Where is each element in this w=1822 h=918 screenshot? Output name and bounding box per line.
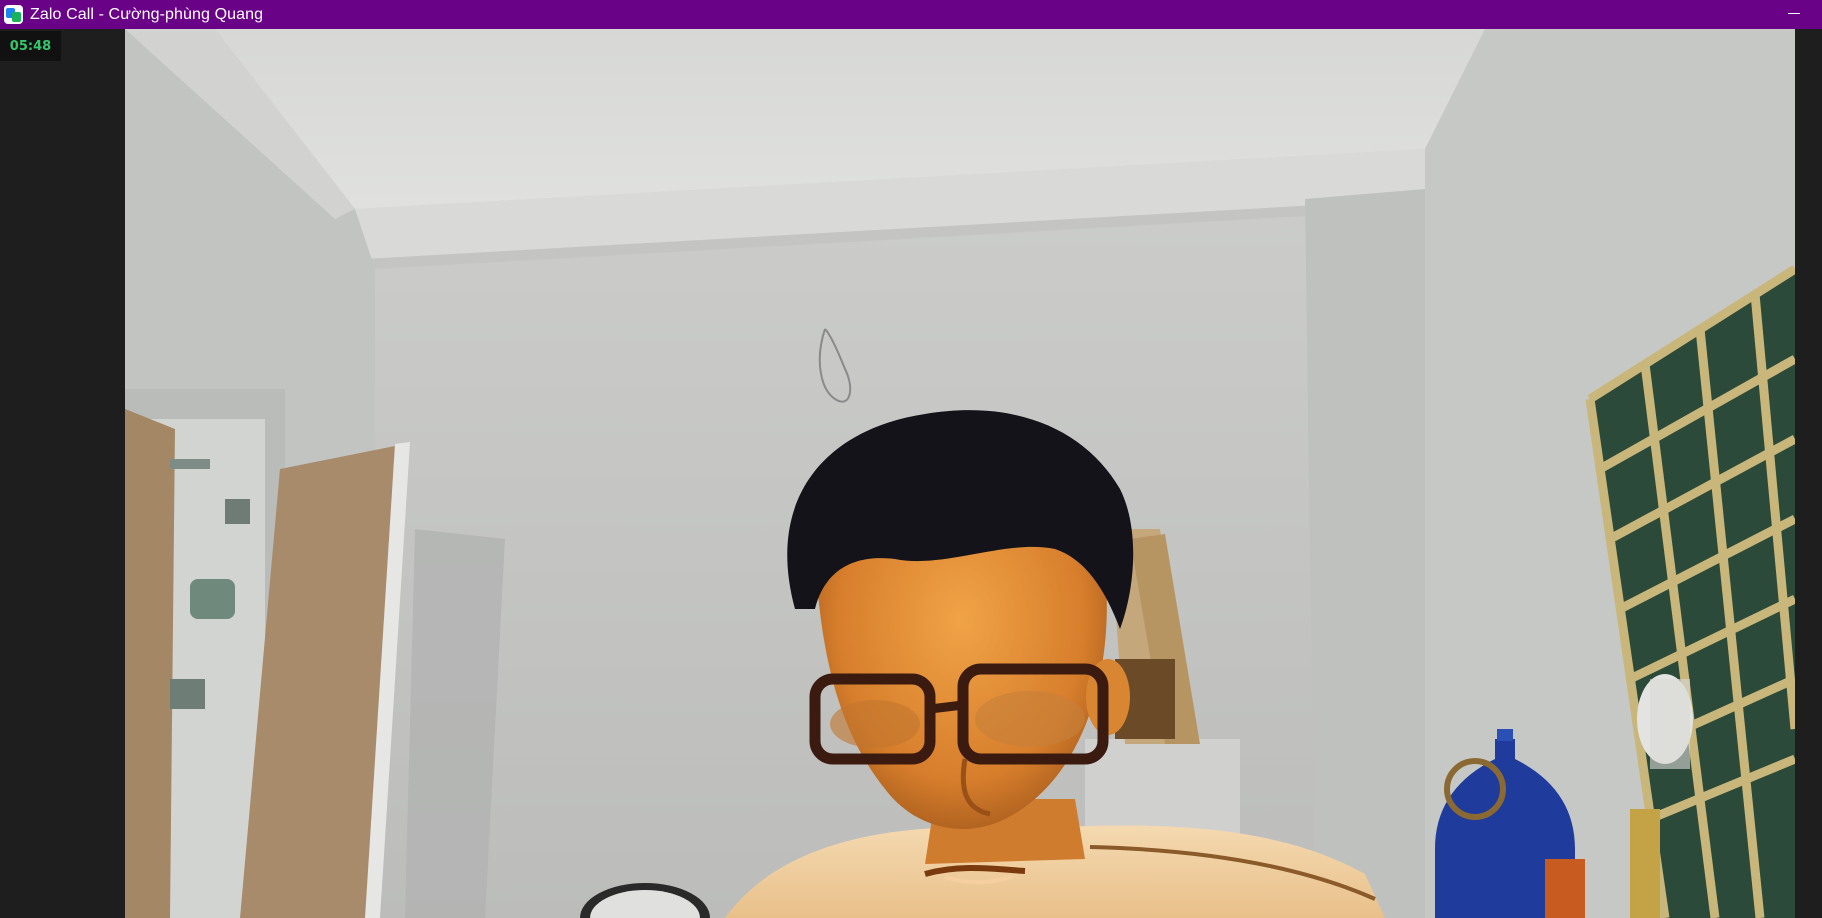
minimize-button[interactable] [1766, 0, 1822, 29]
left-panel [0, 29, 125, 918]
title-bar[interactable]: Zalo Call - Cường-phùng Quang [0, 0, 1822, 29]
call-timer: 05:48 [0, 31, 61, 61]
minimize-icon [1788, 13, 1800, 14]
video-frame-illustration [125, 29, 1795, 918]
window-title: Zalo Call - Cường-phùng Quang [30, 5, 264, 23]
right-panel [1795, 29, 1822, 918]
remote-video[interactable] [125, 29, 1795, 918]
zalo-app-icon [4, 5, 23, 24]
